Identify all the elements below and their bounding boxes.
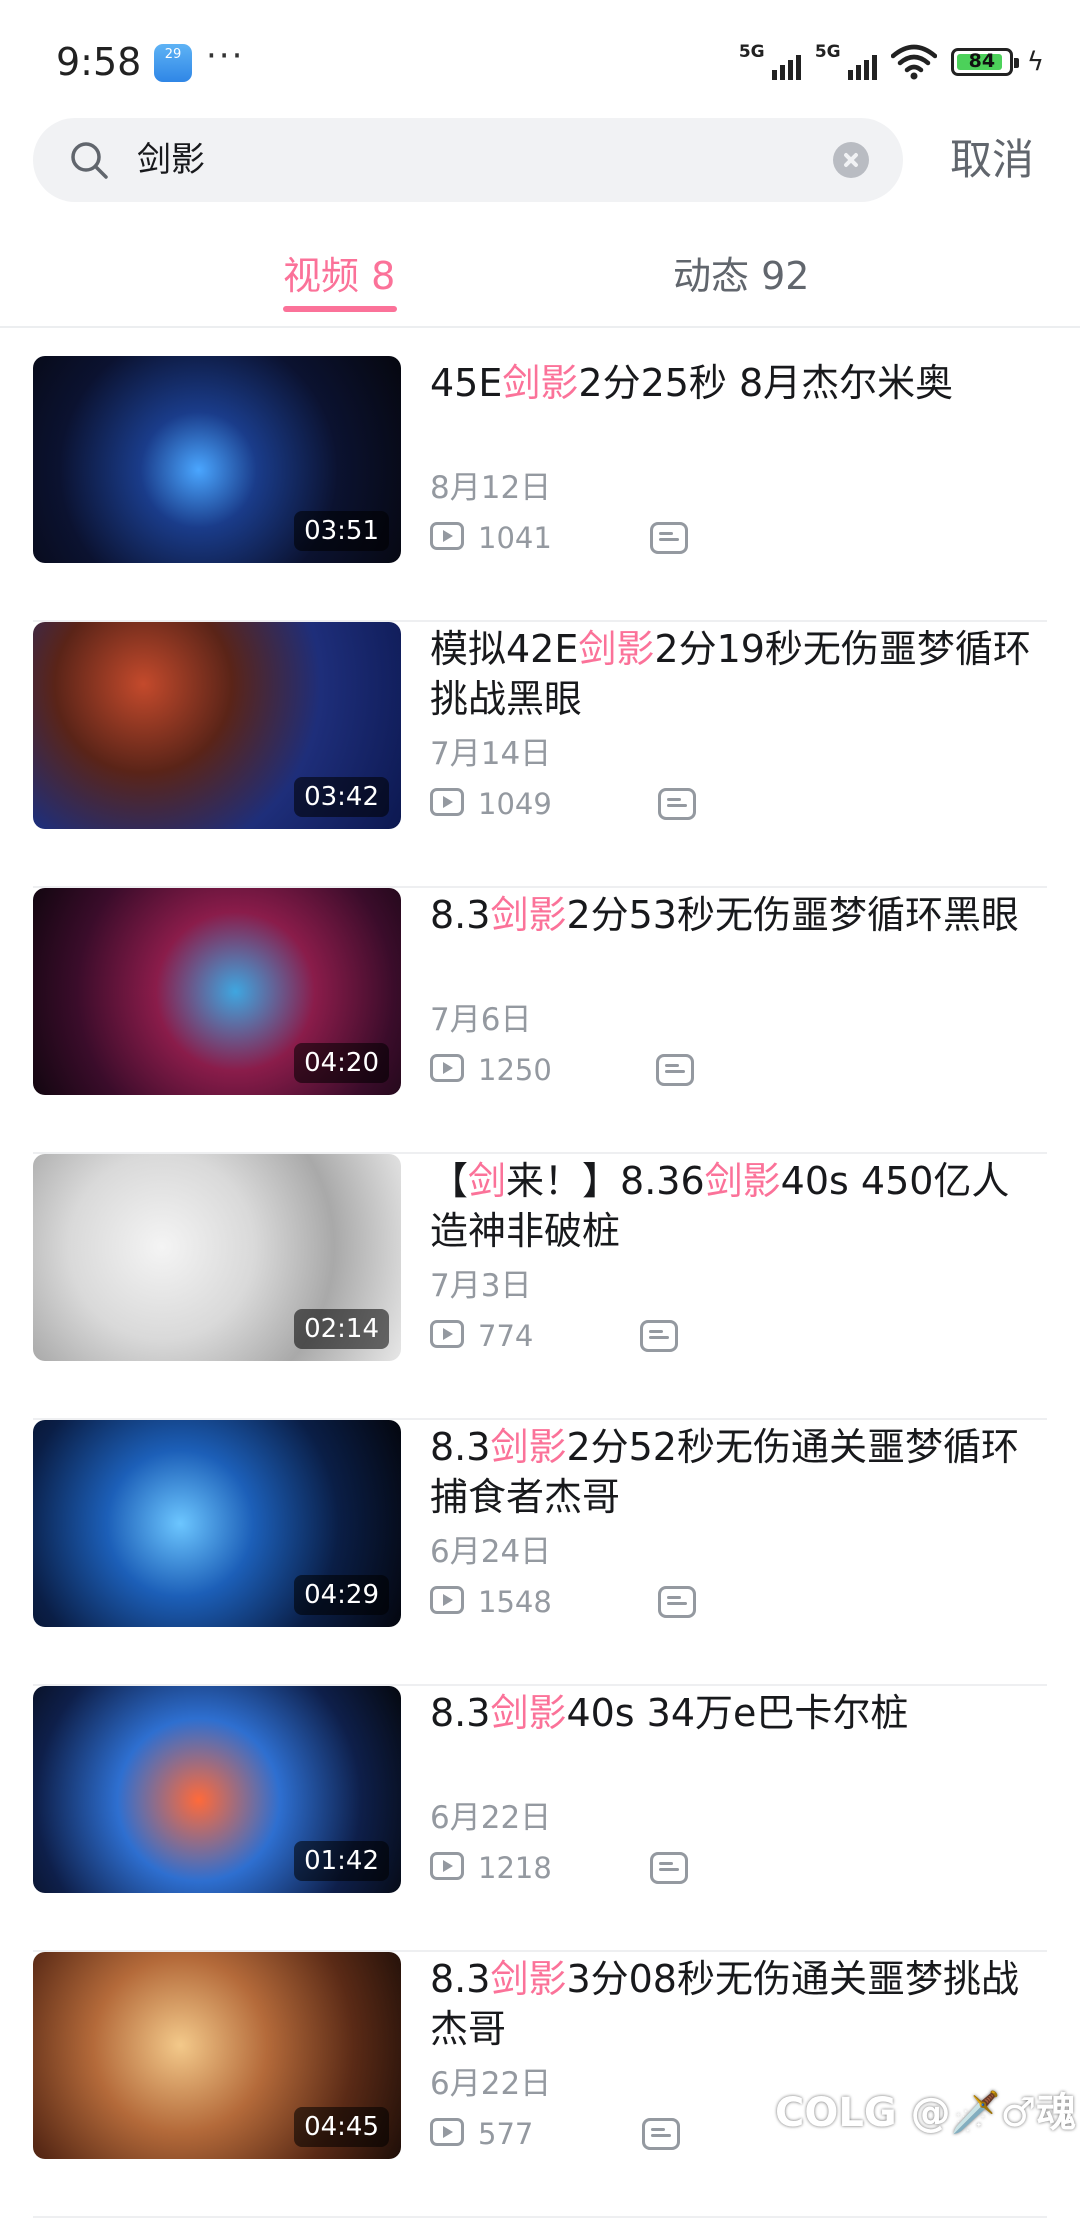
title-text: 8.3 xyxy=(430,1957,491,2001)
video-date: 7月6日 xyxy=(430,1002,532,1038)
video-title[interactable]: 【剑来！】8.36剑影40s 450亿人造神非破桩 xyxy=(430,1156,1045,1256)
weather-icon: 29 xyxy=(154,44,192,82)
video-date: 7月3日 xyxy=(430,1268,532,1304)
highlight-keyword: 剑 xyxy=(468,1159,507,1203)
video-thumbnail[interactable]: 03:51 xyxy=(33,356,401,563)
danmaku-icon xyxy=(642,2118,680,2150)
danmaku-icon xyxy=(656,1054,694,1086)
title-text: 来！】8.36 xyxy=(506,1159,705,1203)
video-item[interactable]: 03:51 45E剑影2分25秒 8月杰尔米奥 8月12日 1041 xyxy=(0,356,1080,622)
danmaku-icon xyxy=(640,1320,678,1352)
battery-icon: 84 xyxy=(950,48,1019,76)
video-thumbnail[interactable]: 04:45 xyxy=(33,1952,401,2159)
search-bar[interactable]: 剑影 xyxy=(33,118,903,202)
video-item[interactable]: 04:20 8.3剑影2分53秒无伤噩梦循环黑眼 7月6日 1250 xyxy=(0,888,1080,1154)
view-count: 1250 xyxy=(478,1053,552,1087)
video-thumbnail[interactable]: 04:29 xyxy=(33,1420,401,1627)
wifi-icon xyxy=(890,44,937,80)
status-time: 9:58 xyxy=(56,40,142,84)
video-item[interactable]: 03:42 模拟42E剑影2分19秒无伤噩梦循环挑战黑眼 7月14日 1049 xyxy=(0,622,1080,888)
video-title[interactable]: 模拟42E剑影2分19秒无伤噩梦循环挑战黑眼 xyxy=(430,624,1045,724)
view-count: 1041 xyxy=(478,521,552,555)
video-date: 6月22日 xyxy=(430,1800,552,1836)
play-count-icon xyxy=(430,1054,464,1082)
video-duration: 02:14 xyxy=(294,1309,389,1349)
title-text: 【 xyxy=(430,1159,469,1203)
danmaku-icon xyxy=(658,1586,696,1618)
search-input[interactable]: 剑影 xyxy=(137,118,205,202)
video-item[interactable]: 01:42 8.3剑影40s 34万e巴卡尔桩 6月22日 1218 xyxy=(0,1686,1080,1952)
highlight-keyword: 剑影 xyxy=(490,1691,567,1735)
video-item[interactable]: 04:29 8.3剑影2分52秒无伤通关噩梦循环捕食者杰哥 6月24日 1548 xyxy=(0,1420,1080,1686)
clear-icon[interactable] xyxy=(833,142,869,178)
video-item[interactable]: 02:14 【剑来！】8.36剑影40s 450亿人造神非破桩 7月3日 774 xyxy=(0,1154,1080,1420)
view-count: 1548 xyxy=(478,1585,552,1619)
watermark: COLG @🗡️♂魂 xyxy=(775,2090,1077,2136)
play-count-icon xyxy=(430,788,464,816)
video-title[interactable]: 8.3剑影2分53秒无伤噩梦循环黑眼 xyxy=(430,890,1045,940)
video-duration: 01:42 xyxy=(294,1841,389,1881)
title-text: 40s 34万e巴卡尔桩 xyxy=(566,1691,909,1735)
view-count: 774 xyxy=(478,1319,534,1353)
title-text: 8.3 xyxy=(430,893,491,937)
title-text: 模拟42E xyxy=(430,627,579,671)
highlight-keyword: 剑影 xyxy=(490,1425,567,1469)
play-count-icon xyxy=(430,1852,464,1880)
signal-icon-2: 5G xyxy=(815,42,877,82)
search-icon xyxy=(71,142,108,179)
video-date: 6月22日 xyxy=(430,2066,552,2102)
charging-icon: ϟ xyxy=(1026,47,1044,77)
tab-bar: 视频 8 动态 92 xyxy=(0,240,1080,328)
highlight-keyword: 剑影 xyxy=(502,361,579,405)
video-duration: 03:42 xyxy=(294,777,389,817)
view-count: 577 xyxy=(478,2117,534,2151)
title-text: 2分53秒无伤噩梦循环黑眼 xyxy=(566,893,1019,937)
highlight-keyword: 剑影 xyxy=(704,1159,781,1203)
cancel-button[interactable]: 取消 xyxy=(950,130,1034,190)
video-duration: 03:51 xyxy=(294,511,389,551)
video-duration: 04:20 xyxy=(294,1043,389,1083)
video-thumbnail[interactable]: 01:42 xyxy=(33,1686,401,1893)
video-thumbnail[interactable]: 03:42 xyxy=(33,622,401,829)
tab-dynamics[interactable]: 动态 92 xyxy=(673,248,809,304)
video-date: 6月24日 xyxy=(430,1534,552,1570)
highlight-keyword: 剑影 xyxy=(490,1957,567,2001)
more-notifications-icon: ··· xyxy=(206,36,245,76)
status-bar: 9:58 29 ··· 5G 5G 84 ϟ xyxy=(0,0,1080,120)
play-count-icon xyxy=(430,1320,464,1348)
title-text: 8.3 xyxy=(430,1691,491,1735)
highlight-keyword: 剑影 xyxy=(490,893,567,937)
video-date: 8月12日 xyxy=(430,470,552,506)
view-count: 1049 xyxy=(478,787,552,821)
video-duration: 04:45 xyxy=(294,2107,389,2147)
video-duration: 04:29 xyxy=(294,1575,389,1615)
view-count: 1218 xyxy=(478,1851,552,1885)
video-title[interactable]: 8.3剑影40s 34万e巴卡尔桩 xyxy=(430,1688,1045,1738)
video-list: 03:51 45E剑影2分25秒 8月杰尔米奥 8月12日 1041 03:42 模拟42… xyxy=(0,356,1080,2218)
danmaku-icon xyxy=(650,1852,688,1884)
video-thumbnail[interactable]: 04:20 xyxy=(33,888,401,1095)
danmaku-icon xyxy=(650,522,688,554)
title-text: 2分25秒 8月杰尔米奥 xyxy=(578,361,954,405)
video-title[interactable]: 8.3剑影3分08秒无伤通关噩梦挑战杰哥 xyxy=(430,1954,1045,2054)
title-text: 45E xyxy=(430,361,503,405)
play-count-icon xyxy=(430,2118,464,2146)
title-text: 8.3 xyxy=(430,1425,491,1469)
video-date: 7月14日 xyxy=(430,736,552,772)
signal-icon: 5G xyxy=(739,42,801,82)
video-thumbnail[interactable]: 02:14 xyxy=(33,1154,401,1361)
video-title[interactable]: 8.3剑影2分52秒无伤通关噩梦循环捕食者杰哥 xyxy=(430,1422,1045,1522)
play-count-icon xyxy=(430,522,464,550)
highlight-keyword: 剑影 xyxy=(578,627,655,671)
video-title[interactable]: 45E剑影2分25秒 8月杰尔米奥 xyxy=(430,358,1045,408)
danmaku-icon xyxy=(658,788,696,820)
tab-indicator xyxy=(283,306,397,312)
play-count-icon xyxy=(430,1586,464,1614)
tab-videos[interactable]: 视频 8 xyxy=(283,248,395,304)
